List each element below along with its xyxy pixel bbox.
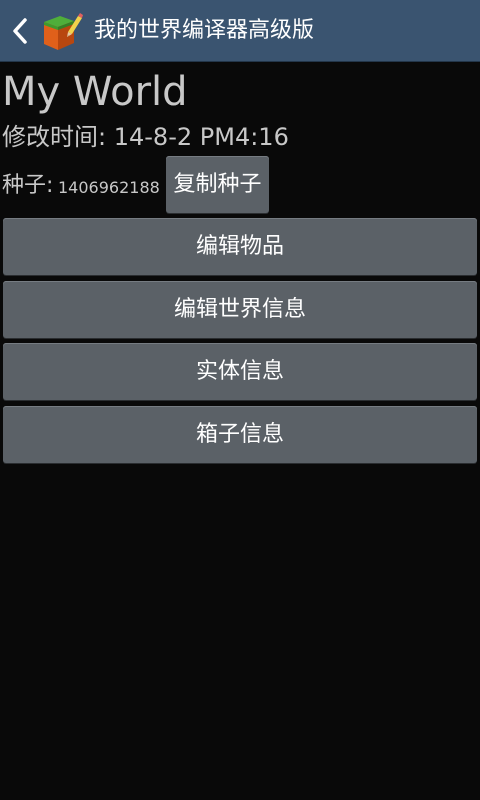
modified-time-value: 14-8-2 PM4:16	[113, 123, 289, 151]
app-title: 我的世界编译器高级版	[94, 18, 315, 43]
chest-info-button[interactable]: 箱子信息	[3, 406, 477, 463]
action-bar: 我的世界编译器高级版	[0, 0, 480, 62]
modified-time-label: 修改时间:	[2, 123, 107, 151]
world-name: My World	[2, 69, 188, 115]
edit-items-button[interactable]: 编辑物品	[3, 218, 477, 275]
copy-seed-button[interactable]: 复制种子	[166, 156, 269, 213]
up-navigation-button[interactable]	[0, 0, 90, 62]
chevron-left-icon	[13, 18, 27, 44]
grass-block-pencil-icon	[44, 13, 83, 50]
seed-label: 种子:	[2, 173, 54, 198]
entity-info-button[interactable]: 实体信息	[3, 343, 477, 400]
edit-world-info-button[interactable]: 编辑世界信息	[3, 281, 477, 338]
modified-time: 修改时间: 14-8-2 PM4:16	[2, 121, 289, 153]
seed-value: 1406962188	[58, 178, 160, 197]
